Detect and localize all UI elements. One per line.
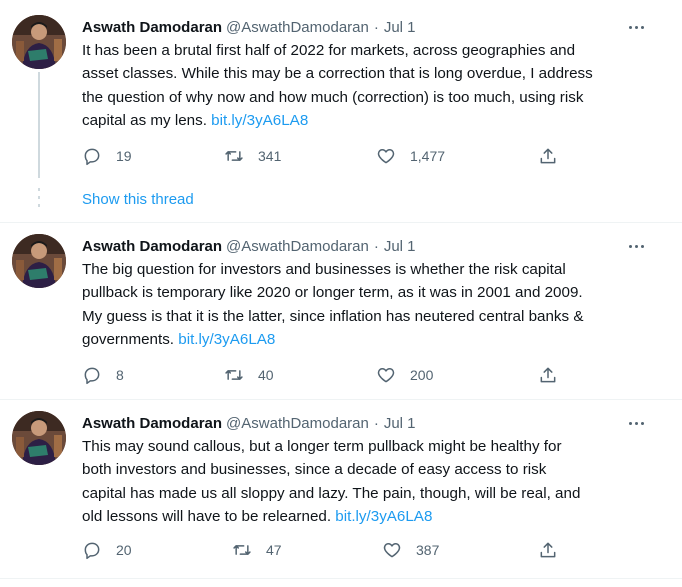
tweet-date[interactable]: Jul 1 [384, 19, 416, 36]
avatar[interactable] [12, 411, 66, 465]
retweet-count: 47 [266, 542, 282, 558]
heart-icon [383, 543, 401, 558]
share-icon [540, 367, 556, 383]
reply-icon [84, 542, 100, 560]
like-button[interactable]: 200 [376, 363, 433, 387]
separator: · [373, 18, 379, 36]
retweet-button[interactable]: 40 [224, 363, 274, 387]
share-icon [540, 148, 556, 164]
share-button[interactable] [538, 538, 558, 562]
tweet[interactable]: Aswath Damodaran @AswathDamodaran · Jul … [0, 234, 682, 396]
author-name[interactable]: Aswath Damodaran [82, 238, 222, 255]
tweet-header: Aswath Damodaran @AswathDamodaran · Jul … [82, 413, 416, 433]
like-button[interactable]: 1,477 [376, 144, 445, 168]
separator: · [373, 414, 379, 432]
tweet-header: Aswath Damodaran @AswathDamodaran · Jul … [82, 17, 416, 37]
tweet[interactable]: Aswath Damodaran @AswathDamodaran · Jul … [0, 411, 682, 573]
tweet-text-line: It has been a brutal first half of 2022 … [82, 42, 576, 59]
retweet-icon [225, 370, 243, 380]
share-icon [540, 542, 556, 558]
tweet-text-line: pullback is temporary like 2020 or longe… [82, 284, 583, 302]
tweet-text-tail: old lessons will have to be relearned. [82, 507, 332, 525]
tweet-text: The big question for investors and busin… [82, 258, 662, 351]
tweet-text-line: My guess is that it is the latter, since… [82, 307, 584, 325]
retweet-button[interactable]: 341 [224, 144, 281, 168]
divider [0, 399, 682, 400]
tweet-text-line: asset classes. While this may be a corre… [82, 65, 593, 83]
tweet-actions: 20 47 387 [82, 538, 562, 562]
tweet[interactable]: Aswath Damodaran @AswathDamodaran · Jul … [0, 15, 682, 177]
retweet-count: 341 [258, 148, 282, 164]
tweet-text-line: capital has made us all sloppy and lazy.… [82, 484, 581, 502]
reply-button[interactable]: 19 [82, 144, 132, 168]
tweet-actions: 19 341 1,477 [82, 144, 562, 168]
divider [0, 578, 682, 579]
retweet-icon [233, 545, 251, 555]
divider [0, 222, 682, 223]
more-options-icon[interactable] [626, 236, 646, 256]
more-options-icon[interactable] [626, 17, 646, 37]
reply-count: 20 [116, 542, 132, 558]
like-button[interactable]: 387 [382, 538, 439, 562]
author-name[interactable]: Aswath Damodaran [82, 415, 222, 432]
tweet-date[interactable]: Jul 1 [384, 238, 416, 255]
tweet-actions: 8 40 200 [82, 363, 562, 387]
like-count: 387 [416, 542, 440, 558]
tweet-text-line: governments. bit.ly/3yA6LA8 [82, 328, 662, 351]
tweet-text-line: old lessons will have to be relearned. b… [82, 505, 662, 528]
retweet-button[interactable]: 47 [232, 538, 282, 562]
heart-icon [377, 368, 395, 383]
tweet-text-tail: governments. [82, 330, 175, 348]
tweet-header: Aswath Damodaran @AswathDamodaran · Jul … [82, 236, 416, 256]
share-button[interactable] [538, 363, 558, 387]
more-options-icon[interactable] [626, 413, 646, 433]
reply-count: 8 [116, 367, 124, 383]
reply-count: 19 [116, 148, 132, 164]
thread-dots-connector [38, 188, 40, 212]
avatar[interactable] [12, 15, 66, 69]
author-name[interactable]: Aswath Damodaran [82, 19, 222, 36]
tweet-text: It has been a brutal first half of 2022 … [82, 39, 662, 132]
tweet-text-line: The big question for investors and busin… [82, 261, 566, 278]
share-button[interactable] [538, 144, 558, 168]
tweet-link[interactable]: bit.ly/3yA6LA8 [335, 508, 432, 525]
tweet-text-line: This may sound callous, but a longer ter… [82, 438, 562, 455]
retweet-count: 40 [258, 367, 274, 383]
author-handle[interactable]: @AswathDamodaran [226, 238, 369, 255]
tweet-text-tail: capital as my lens. [82, 111, 207, 129]
tweet-text: This may sound callous, but a longer ter… [82, 435, 662, 528]
reply-button[interactable]: 20 [82, 538, 132, 562]
tweet-date[interactable]: Jul 1 [384, 415, 416, 432]
reply-icon [84, 367, 100, 385]
tweet-link[interactable]: bit.ly/3yA6LA8 [178, 331, 275, 348]
tweet-text-line: capital as my lens. bit.ly/3yA6LA8 [82, 109, 662, 132]
tweet-text-line: the question of why now and how much (co… [82, 88, 584, 106]
reply-icon [84, 148, 100, 166]
like-count: 1,477 [410, 148, 446, 164]
author-handle[interactable]: @AswathDamodaran [226, 415, 369, 432]
tweet-link[interactable]: bit.ly/3yA6LA8 [211, 112, 308, 129]
reply-button[interactable]: 8 [82, 363, 124, 387]
heart-icon [377, 149, 395, 164]
separator: · [373, 237, 379, 255]
retweet-icon [225, 151, 243, 161]
show-thread-link[interactable]: Show this thread [82, 191, 194, 208]
tweet-text-line: both investors and businesses, since a d… [82, 461, 547, 479]
avatar[interactable] [12, 234, 66, 288]
author-handle[interactable]: @AswathDamodaran [226, 19, 369, 36]
like-count: 200 [410, 367, 434, 383]
